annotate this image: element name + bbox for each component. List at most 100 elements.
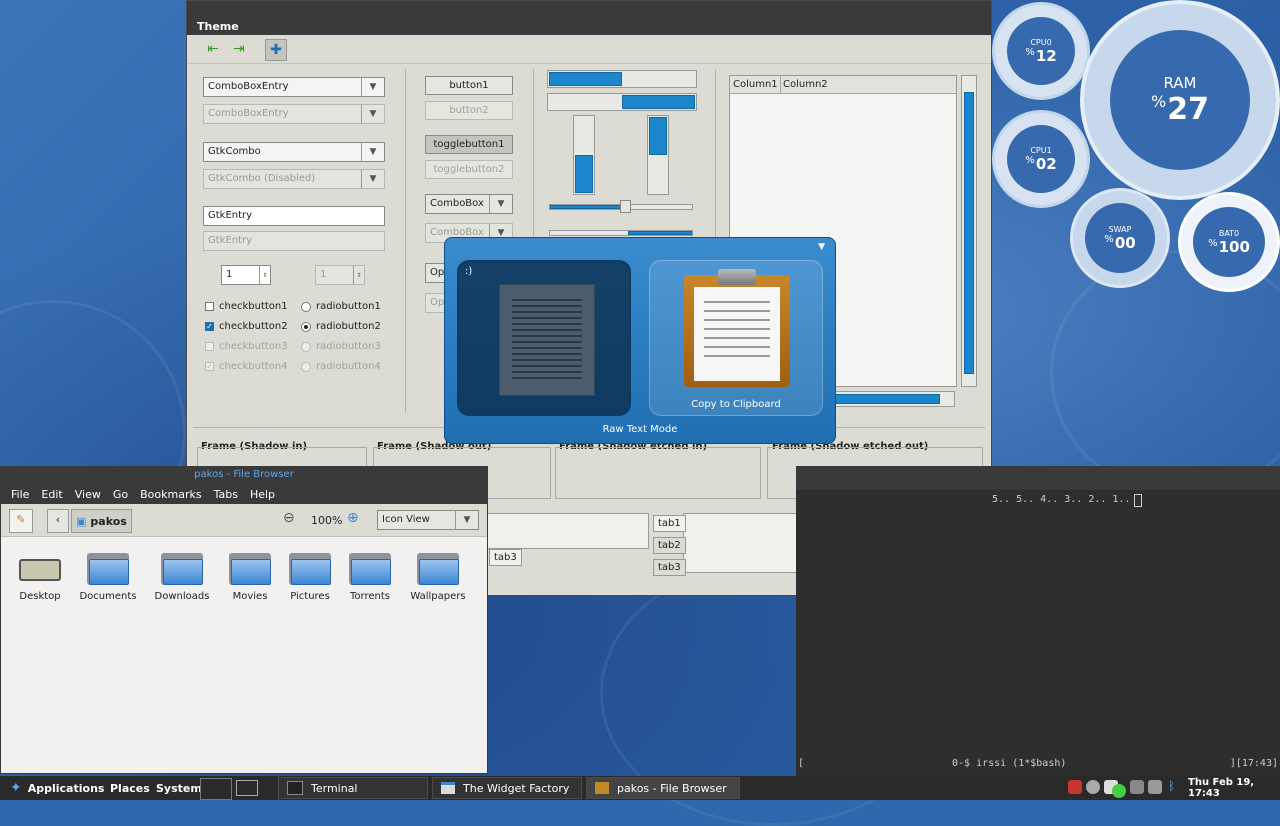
- gtk-entry-disabled: GtkEntry: [203, 231, 385, 251]
- task-terminal[interactable]: Terminal: [278, 777, 428, 799]
- spin-button[interactable]: 1 ⇕: [221, 265, 271, 285]
- frame-etched-in: [555, 447, 761, 499]
- folder-downloads[interactable]: Downloads: [147, 551, 217, 602]
- task-widget-factory[interactable]: The Widget Factory: [432, 777, 582, 799]
- workspace-1[interactable]: [200, 778, 232, 800]
- progress-bar-horizontal-2: [547, 93, 697, 111]
- radiobutton2[interactable]: radiobutton2: [301, 321, 381, 332]
- terminal-window[interactable]: 5.. 5.. 4.. 3.. 2.. 1.. [ 0-$ irssi (1*$…: [796, 466, 1280, 776]
- checkbutton2[interactable]: ✓ checkbutton2: [205, 321, 288, 332]
- menu-help[interactable]: Help: [250, 488, 275, 501]
- combo-entry-disabled: ComboBoxEntry ▼: [203, 104, 385, 124]
- combo-entry[interactable]: ComboBoxEntry ▼: [203, 77, 385, 97]
- popup-mode-label: Raw Text Mode: [602, 424, 678, 435]
- gnome-foot-icon: ✦: [10, 780, 22, 796]
- file-browser-window: pakos - File Browser File Edit View Go B…: [0, 466, 488, 774]
- menu-view[interactable]: View: [75, 488, 101, 501]
- folder-wallpapers[interactable]: Wallpapers: [403, 551, 473, 602]
- menu-file[interactable]: File: [11, 488, 29, 501]
- window-title: Theme: [187, 1, 991, 35]
- next-icon[interactable]: ⇥: [229, 39, 249, 59]
- view-mode-select[interactable]: Icon View ▼: [377, 510, 479, 530]
- add-icon[interactable]: ✚: [265, 39, 287, 61]
- button2: button2: [425, 101, 513, 120]
- menu-bookmarks[interactable]: Bookmarks: [140, 488, 201, 501]
- gtk-combo-disabled: GtkCombo (Disabled) ▼: [203, 169, 385, 189]
- back-arrow-icon[interactable]: ‹: [47, 509, 69, 533]
- togglebutton1[interactable]: togglebutton1: [425, 135, 513, 154]
- document-icon: [499, 284, 595, 396]
- terminal-icon: [287, 781, 303, 795]
- previous-icon[interactable]: ⇤: [203, 39, 223, 59]
- menu-go[interactable]: Go: [113, 488, 128, 501]
- terminal-status-left: [: [798, 758, 805, 769]
- column2-header[interactable]: Column2: [783, 79, 828, 90]
- clipboard-icon: [684, 269, 790, 387]
- notebook-a: [487, 513, 649, 549]
- file-browser-toolbar: ✎ ‹ ▣ pakos ⊖ 100% ⊕ Icon View ▼: [1, 504, 487, 537]
- folder-torrents[interactable]: Torrents: [335, 551, 405, 602]
- copy-to-clipboard-label: Copy to Clipboard: [691, 399, 781, 410]
- terminal-status-windows: 0-$ irssi (1*$bash): [952, 758, 1067, 769]
- network-monitor-icon[interactable]: [1068, 780, 1082, 794]
- conky-ram: RAM %27: [1080, 0, 1280, 200]
- notebook-b: [683, 513, 813, 573]
- togglebutton2: togglebutton2: [425, 160, 513, 179]
- checkbutton1[interactable]: checkbutton1: [205, 301, 288, 312]
- notebook-b-tab2[interactable]: tab2: [653, 537, 686, 554]
- places-menu[interactable]: Places: [104, 778, 150, 798]
- file-browser-title: pakos - File Browser: [1, 467, 487, 484]
- conky-bat0: BAT0 %100: [1178, 192, 1280, 292]
- task-file-browser[interactable]: pakos - File Browser: [586, 777, 740, 799]
- network-icon[interactable]: [1148, 780, 1162, 794]
- taskbar: ✦ Applications Places System Terminal Th…: [0, 776, 1280, 800]
- radiobutton3: radiobutton3: [301, 341, 381, 352]
- notebook-b-tab1[interactable]: tab1: [653, 515, 686, 532]
- checkbutton3: checkbutton3: [205, 341, 288, 352]
- progress-bar-vertical-1: [573, 115, 595, 195]
- checkbutton4: ✓ checkbutton4: [205, 361, 288, 372]
- window-icon: [441, 782, 455, 794]
- chevron-down-icon[interactable]: ▼: [818, 242, 825, 252]
- smiley-label: :): [465, 266, 473, 277]
- button1[interactable]: button1: [425, 76, 513, 95]
- clock[interactable]: Thu Feb 19, 17:43: [1182, 777, 1280, 799]
- scale-horizontal-1[interactable]: [549, 200, 693, 213]
- volume-icon[interactable]: [1086, 780, 1100, 794]
- notebook-a-tab3[interactable]: tab3: [489, 549, 522, 566]
- menu-tabs[interactable]: Tabs: [214, 488, 238, 501]
- workspace-2[interactable]: [236, 780, 258, 796]
- zoom-in-icon[interactable]: ⊕: [347, 510, 359, 526]
- system-menu[interactable]: System: [150, 778, 202, 798]
- scale-horizontal-2[interactable]: [549, 230, 693, 236]
- horizontal-scrollbar[interactable]: [827, 391, 955, 407]
- menubar: File Edit View Go Bookmarks Tabs Help: [1, 484, 487, 504]
- column1-header[interactable]: Column1: [733, 79, 778, 90]
- clipboard-popup: ▼ :) Copy to Clipboard Raw Text Mode: [444, 237, 836, 444]
- edit-location-icon[interactable]: ✎: [9, 509, 33, 533]
- conky-cpu1: CPU1 %02: [992, 110, 1090, 208]
- copy-to-clipboard-item[interactable]: Copy to Clipboard: [649, 260, 823, 416]
- update-icon[interactable]: [1112, 784, 1126, 798]
- terminal-countdown: 5.. 5.. 4.. 3.. 2.. 1..: [992, 494, 1131, 505]
- zoom-out-icon[interactable]: ⊖: [283, 510, 295, 526]
- combobox[interactable]: ComboBox ▼: [425, 194, 513, 214]
- zoom-level: 100%: [311, 514, 343, 527]
- display-icon[interactable]: [1130, 780, 1144, 794]
- vertical-scrollbar[interactable]: [961, 75, 977, 387]
- toolbar: ⇤ ⇥ ✚: [187, 35, 991, 64]
- notebook-b-tab3[interactable]: tab3: [653, 559, 686, 576]
- folder-desktop[interactable]: Desktop: [5, 551, 75, 602]
- gtk-combo[interactable]: GtkCombo ▼: [203, 142, 385, 162]
- location-button[interactable]: ▣ pakos: [71, 509, 132, 533]
- terminal-cursor: [1134, 494, 1142, 507]
- radiobutton1[interactable]: radiobutton1: [301, 301, 381, 312]
- bluetooth-icon[interactable]: ᛒ: [1168, 779, 1182, 793]
- menu-edit[interactable]: Edit: [41, 488, 62, 501]
- folder-documents[interactable]: Documents: [73, 551, 143, 602]
- terminal-status-clock: ][17:43]: [1229, 758, 1278, 769]
- applications-menu[interactable]: ✦ Applications: [4, 778, 104, 798]
- progress-bar-vertical-2: [647, 115, 669, 195]
- gtk-entry[interactable]: GtkEntry: [203, 206, 385, 226]
- raw-text-item[interactable]: :): [457, 260, 631, 416]
